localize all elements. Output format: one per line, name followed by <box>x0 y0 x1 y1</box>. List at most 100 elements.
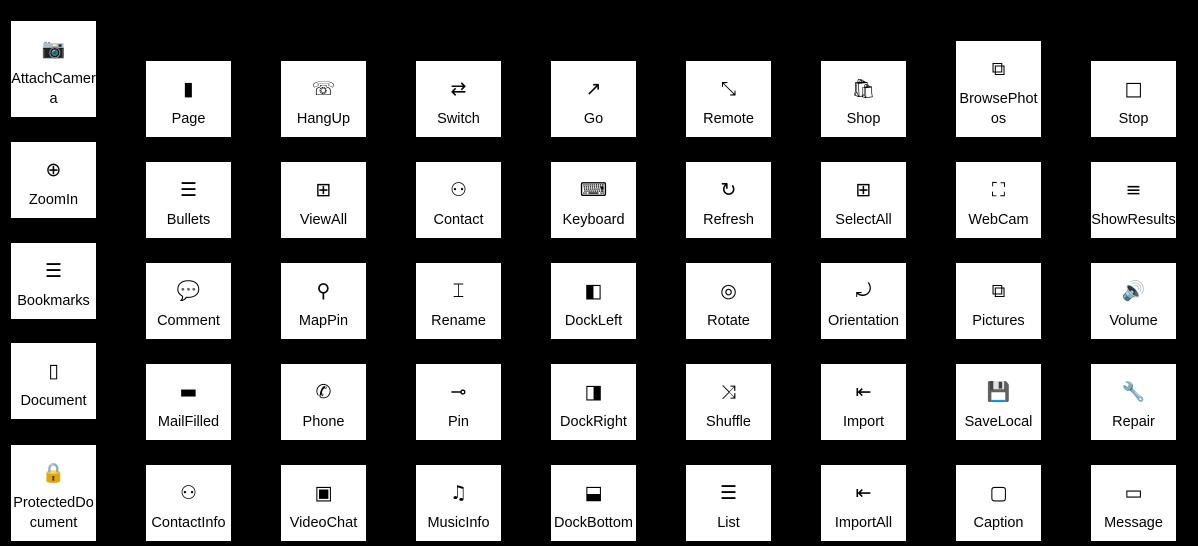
tile-contact[interactable]: ⚇ Contact <box>416 162 501 238</box>
tile-remote[interactable]: ⤡ Remote <box>686 61 771 137</box>
tile-list[interactable]: ☰ List <box>686 465 771 541</box>
zoom-in-icon: ⊕ <box>45 159 62 181</box>
tile-rotate[interactable]: ◎ Rotate <box>686 263 771 339</box>
tile-mappin[interactable]: ⚲ MapPin <box>281 263 366 339</box>
webcam-icon: ⛶ <box>991 179 1006 201</box>
video-chat-icon: ▣ <box>314 482 333 504</box>
tile-videochat[interactable]: ▣ VideoChat <box>281 465 366 541</box>
dock-right-icon: ◨ <box>584 381 603 403</box>
caption-icon: ▢ <box>989 482 1008 504</box>
select-all-icon: ⊞ <box>855 179 872 201</box>
import-icon: ⇤ <box>855 381 872 403</box>
tile-switch[interactable]: ⇄ Switch <box>416 61 501 137</box>
tile-dockright[interactable]: ◨ DockRight <box>551 364 636 440</box>
tile-import[interactable]: ⇤ Import <box>821 364 906 440</box>
tile-viewall[interactable]: ⊞ ViewAll <box>281 162 366 238</box>
list-icon: ☰ <box>719 482 738 504</box>
tile-label: Switch <box>437 111 480 127</box>
tile-dockbottom[interactable]: ⬓ DockBottom <box>551 465 636 541</box>
document-icon: ▯ <box>48 360 59 382</box>
remote-icon: ⤡ <box>720 78 737 100</box>
tile-label: Stop <box>1118 111 1149 127</box>
tile-label: Message <box>1104 515 1163 531</box>
tile-page[interactable]: ▮ Page <box>146 61 231 137</box>
mail-filled-icon: ▬ <box>179 381 198 403</box>
tile-label: ViewAll <box>299 212 348 228</box>
tile-webcam[interactable]: ⛶ WebCam <box>956 162 1041 238</box>
tile-keyboard[interactable]: ⌨ Keyboard <box>551 162 636 238</box>
tile-label: WebCam <box>968 212 1029 228</box>
tile-label: Keyboard <box>562 212 625 228</box>
tile-label: Document <box>20 393 87 409</box>
contact-info-icon: ⚇ <box>179 482 198 504</box>
tile-label: ProtectedDocument <box>13 495 94 531</box>
tile-savelocal[interactable]: 💾 SaveLocal <box>956 364 1041 440</box>
tile-shop[interactable]: 🛍 Shop <box>821 61 906 137</box>
tile-volume[interactable]: 🔊 Volume <box>1091 263 1176 339</box>
tile-document[interactable]: ▯ Document <box>11 343 96 419</box>
tile-importall[interactable]: ⇤ ImportAll <box>821 465 906 541</box>
tile-label: BrowsePhotos <box>959 91 1038 127</box>
tile-label: Shuffle <box>706 414 751 430</box>
tile-label: DockRight <box>560 414 627 430</box>
tile-label: Phone <box>302 414 345 430</box>
tile-label: ShowResults <box>1091 212 1176 228</box>
tile-attachcamera[interactable]: 📷 AttachCamera <box>11 21 96 117</box>
dock-bottom-icon: ⬓ <box>584 482 603 504</box>
tile-message[interactable]: ▭ Message <box>1091 465 1176 541</box>
tile-pictures[interactable]: ⧉ Pictures <box>956 263 1041 339</box>
tile-showresults[interactable]: ≡ ShowResults <box>1091 162 1176 238</box>
tile-label: Repair <box>1112 414 1155 430</box>
tile-bookmarks[interactable]: ☰ Bookmarks <box>11 243 96 319</box>
tile-label: Comment <box>157 313 220 329</box>
tile-caption[interactable]: ▢ Caption <box>956 465 1041 541</box>
save-local-icon: 💾 <box>986 381 1011 403</box>
tile-label: MapPin <box>298 313 349 329</box>
shuffle-icon: ⤨ <box>720 381 737 403</box>
tile-stop[interactable]: □ Stop <box>1091 61 1176 137</box>
volume-icon: 🔊 <box>1121 280 1146 302</box>
tile-label: MailFilled <box>157 414 220 430</box>
tile-mailfilled[interactable]: ▬ MailFilled <box>146 364 231 440</box>
tile-label: Volume <box>1109 313 1158 329</box>
rename-icon: ⌶ <box>452 280 465 302</box>
tile-bullets[interactable]: ☰ Bullets <box>146 162 231 238</box>
tile-pin[interactable]: ⊸ Pin <box>416 364 501 440</box>
tile-label: SelectAll <box>835 212 892 228</box>
tile-phone[interactable]: ✆ Phone <box>281 364 366 440</box>
bookmarks-icon: ☰ <box>44 260 63 282</box>
tile-label: Go <box>583 111 604 127</box>
tile-rename[interactable]: ⌶ Rename <box>416 263 501 339</box>
phone-icon: ✆ <box>315 381 332 403</box>
tile-label: Refresh <box>703 212 754 228</box>
tile-orientation[interactable]: ⤾ Orientation <box>821 263 906 339</box>
tile-label: Pin <box>448 414 469 430</box>
switch-icon: ⇄ <box>450 78 467 100</box>
tile-label: VideoChat <box>289 515 358 531</box>
tile-selectall[interactable]: ⊞ SelectAll <box>821 162 906 238</box>
tile-musicinfo[interactable]: ♫ MusicInfo <box>416 465 501 541</box>
pin-icon: ⊸ <box>450 381 467 403</box>
tile-hangup[interactable]: ☏ HangUp <box>281 61 366 137</box>
tile-contactinfo[interactable]: ⚇ ContactInfo <box>146 465 231 541</box>
refresh-icon: ↻ <box>720 179 737 201</box>
tile-dockleft[interactable]: ◧ DockLeft <box>551 263 636 339</box>
tile-go[interactable]: ↗ Go <box>551 61 636 137</box>
tile-repair[interactable]: 🔧 Repair <box>1091 364 1176 440</box>
pictures-icon: ⧉ <box>991 280 1006 302</box>
tile-comment[interactable]: 💬 Comment <box>146 263 231 339</box>
tile-label: Shop <box>846 111 881 127</box>
music-info-icon: ♫ <box>449 482 468 504</box>
tile-protecteddocument[interactable]: 🔒 ProtectedDocument <box>11 445 96 541</box>
tile-zoomin[interactable]: ⊕ ZoomIn <box>11 142 96 218</box>
tile-label: Caption <box>973 515 1024 531</box>
tile-label: List <box>717 515 740 531</box>
tile-label: HangUp <box>296 111 351 127</box>
tile-label: Orientation <box>828 313 899 329</box>
browse-photos-icon: ⧉ <box>991 58 1006 80</box>
tile-browsephotos[interactable]: ⧉ BrowsePhotos <box>956 41 1041 137</box>
tile-refresh[interactable]: ↻ Refresh <box>686 162 771 238</box>
message-icon: ▭ <box>1124 482 1143 504</box>
page-icon: ▮ <box>183 78 194 100</box>
tile-shuffle[interactable]: ⤨ Shuffle <box>686 364 771 440</box>
